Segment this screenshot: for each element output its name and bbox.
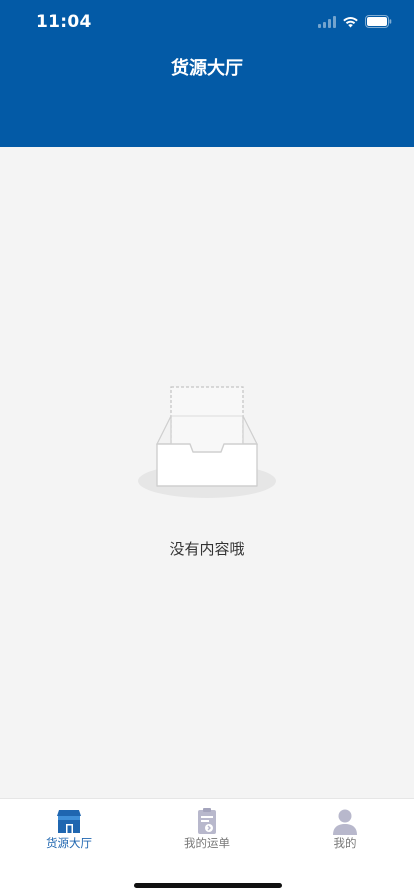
tab-my-waybills[interactable]: 我的运单 xyxy=(138,803,276,853)
wifi-icon xyxy=(342,13,359,32)
header-bar: 11:04 货源大厅 xyxy=(0,0,414,147)
tab-label-source-hall: 货源大厅 xyxy=(46,836,92,850)
home-indicator xyxy=(134,883,282,888)
clipboard-waybill-icon xyxy=(192,806,222,836)
empty-state: 没有内容哦 xyxy=(0,380,414,570)
battery-icon xyxy=(365,13,392,32)
page-title: 货源大厅 xyxy=(171,58,243,79)
status-bar: 11:04 xyxy=(0,0,414,44)
status-time: 11:04 xyxy=(36,12,92,32)
tab-profile[interactable]: 我的 xyxy=(276,803,414,853)
empty-message: 没有内容哦 xyxy=(169,540,245,558)
cellular-signal-icon xyxy=(318,13,336,32)
tab-label-profile: 我的 xyxy=(333,836,357,850)
tab-bar: 货源大厅 我的运单 我的 xyxy=(0,798,414,896)
app-screen: 11:04 货源大厅 没有内容哦 货源大厅 我的运单 我的 xyxy=(0,0,414,896)
status-icons xyxy=(318,14,392,30)
tab-label-my-waybills: 我的运单 xyxy=(184,836,230,850)
user-profile-icon xyxy=(330,806,360,836)
tab-source-hall[interactable]: 货源大厅 xyxy=(0,803,138,853)
empty-box-icon xyxy=(137,380,277,502)
storefront-icon xyxy=(54,806,84,836)
